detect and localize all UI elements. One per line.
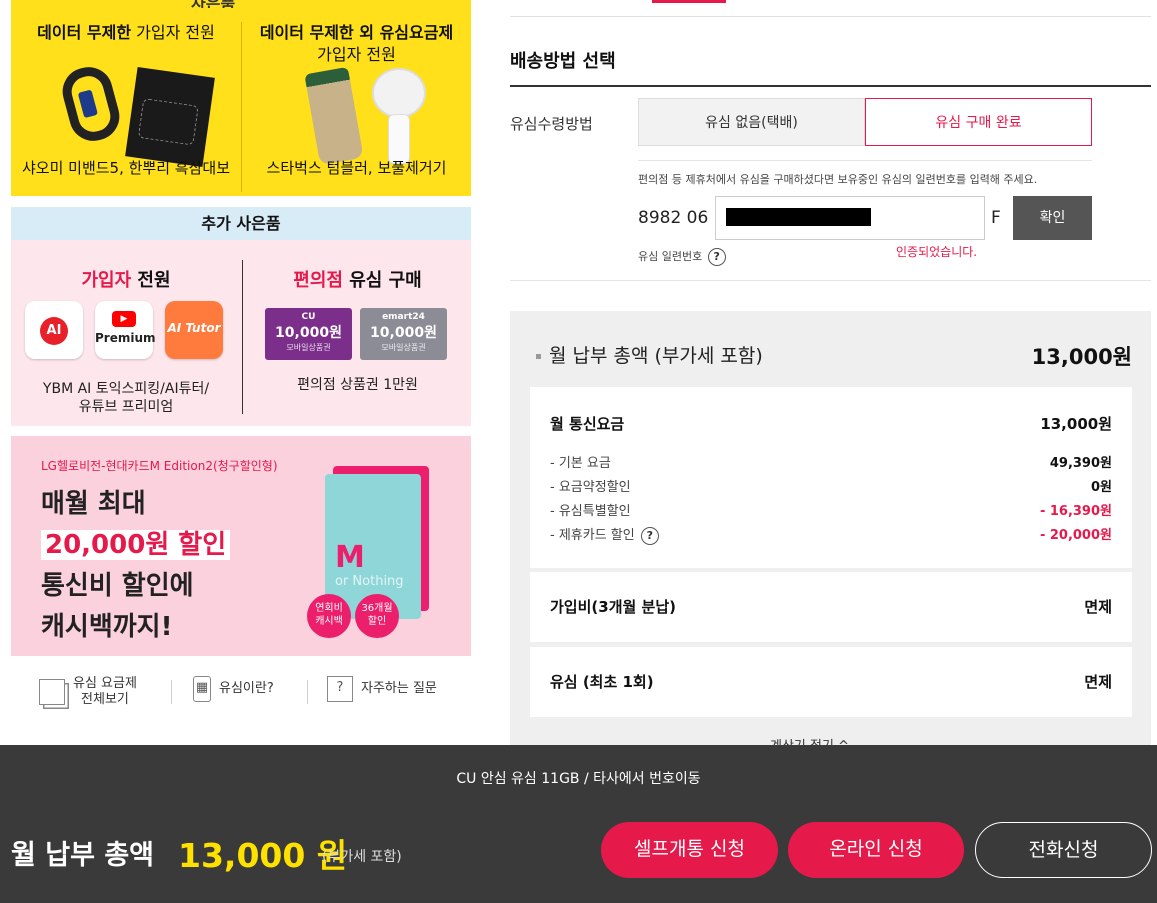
ybm-ai-app-icon: AI (25, 301, 83, 359)
serial-input[interactable] (715, 196, 985, 240)
monthly-fee-value: 13,000원 (1040, 415, 1112, 433)
gift-title: 데이터 무제한 외 유심요금제 가입자 전원 (259, 23, 454, 64)
fee-row-card-discount: - 제휴카드 할인 ? - 20,000원 (550, 526, 1112, 545)
option-usim-purchased[interactable]: 유심 구매 완료 (865, 98, 1092, 146)
link-faq[interactable]: ? 자주하는 질문 (327, 676, 437, 712)
usim-fee-box: 유심 (최초 1회) 면제 (530, 647, 1132, 717)
confirm-button[interactable]: 확인 (1013, 196, 1092, 240)
sim-card-icon: ▦ (193, 676, 211, 702)
gift-title: 가입자 전원 (81, 270, 171, 291)
stack-docs-icon (39, 679, 65, 705)
section-title: 배송방법 선택 (510, 51, 616, 72)
verified-message: 인증되었습니다. (896, 245, 978, 259)
link-what-is-usim[interactable]: ▦ 유심이란? (193, 676, 274, 712)
link-all-usim-plans[interactable]: 유심 요금제 전체보기 (39, 676, 137, 712)
gift-convenience-store: 편의점 유심 구매 CU 10,000원 모바일상품권 emart24 10,000원… (242, 260, 472, 414)
serial-suffix: F (991, 208, 1001, 228)
cropped-heading: 사은품 (11, 0, 471, 8)
gift-caption: 샤오미 미밴드5, 한뿌리 흑삼대보 (21, 159, 231, 177)
gift-caption: 스타벅스 텀블러, 보풀제거기 (266, 159, 447, 177)
smart-band-image (57, 61, 125, 147)
vat-note: (부가세 포함) (322, 849, 402, 865)
fee-row-contract: - 요금약정할인 0원 (550, 480, 1112, 495)
ai-tutor-app-icon: AI Tutor (165, 301, 223, 359)
self-activation-button[interactable]: 셀프개통 신청 (601, 822, 778, 878)
active-step-marker (652, 0, 726, 3)
option-no-usim-delivery[interactable]: 유심 없음(택배) (638, 98, 865, 146)
tumbler-image (304, 66, 364, 166)
gift-column-other: 데이터 무제한 외 유심요금제 가입자 전원 스타벅스 텀블러, 보풀제거기 (241, 22, 471, 192)
fee-row-base: - 기본 요금 49,390원 (550, 456, 1112, 471)
gift-all-subscribers: 가입자 전원 AI ▶ Premium AI Tutor YBM AI 토익스피킹… (11, 254, 241, 415)
card-promo-subtitle: LG헬로비전-현대카드M Edition2(청구할인형) (41, 459, 278, 473)
gift-title: 편의점 유심 구매 (293, 270, 422, 291)
fee-row-usim-discount: - 유심특별할인 - 16,390원 (550, 504, 1112, 519)
phone-apply-button[interactable]: 전화신청 (975, 822, 1152, 878)
total-label: 월 납부 총액 (11, 840, 154, 871)
extra-gift-banner: 가입자 전원 AI ▶ Premium AI Tutor YBM AI 토익스피킹… (11, 240, 471, 426)
quick-links: 유심 요금제 전체보기 ▦ 유심이란? ? 자주하는 질문 (11, 668, 471, 718)
card-promo-banner[interactable]: LG헬로비전-현대카드M Edition2(청구할인형) 매월 최대 20,00… (11, 436, 471, 656)
serial-number-label: 유심 일련번호 ? (638, 248, 726, 266)
summary-title: 월 납부 총액 (부가세 포함) (536, 341, 763, 368)
promo-gift-banner: 사은품 데이터 무제한 가입자 전원 샤오미 미밴드5, 한뿌리 흑삼대보 데이… (11, 0, 471, 196)
monthly-fee-box: 월 통신요금 13,000원 - 기본 요금 49,390원 - 요금약정할인 0원… (530, 387, 1132, 568)
order-form: 배송방법 선택 유심수령방법 유심 없음(택배) 유심 구매 완료 편의점 등 … (510, 0, 1151, 754)
serial-notice: 편의점 등 제휴처에서 유심을 구매하셨다면 보유중인 유심의 일련번호를 입력… (638, 173, 1038, 186)
ginseng-box-image (125, 67, 215, 167)
gift-caption: YBM AI 토익스피킹/AI튜터/유튜브 프리미엄 (42, 381, 210, 415)
page: 사은품 데이터 무제한 가입자 전원 샤오미 미밴드5, 한뿌리 흑삼대보 데이… (0, 0, 1157, 903)
receive-method-label: 유심수령방법 (510, 115, 593, 133)
payment-summary: 월 납부 총액 (부가세 포함) 13,000원 월 통신요금 13,000원 … (510, 311, 1151, 754)
bottom-action-bar: CU 안심 유심 11GB / 타사에서 번호이동 월 납부 총액 13,000… (0, 745, 1157, 903)
redacted-serial (726, 208, 871, 226)
extra-gift-header: 추가 사은품 (11, 207, 471, 240)
plan-name: CU 안심 유심 11GB / 타사에서 번호이동 (456, 771, 701, 787)
gift-column-unlimited: 데이터 무제한 가입자 전원 샤오미 미밴드5, 한뿌리 흑삼대보 (11, 22, 241, 192)
online-apply-button[interactable]: 온라인 신청 (788, 822, 964, 878)
discount-badge: 36개월 할인 (355, 594, 399, 638)
lint-remover-image (372, 68, 426, 164)
help-icon[interactable]: ? (707, 248, 726, 266)
help-icon[interactable]: ? (640, 526, 659, 545)
cu-voucher: CU 10,000원 모바일상품권 (265, 308, 352, 360)
promo-column: 사은품 데이터 무제한 가입자 전원 샤오미 미밴드5, 한뿌리 흑삼대보 데이… (11, 0, 471, 745)
join-fee-box: 가입비(3개월 분납) 면제 (530, 572, 1132, 642)
monthly-fee-title: 월 통신요금 (550, 415, 625, 433)
summary-total: 13,000원 (1031, 345, 1132, 369)
gift-caption: 편의점 상품권 1만원 (297, 377, 418, 393)
gift-title: 데이터 무제한 가입자 전원 (37, 23, 215, 42)
cashback-badge: 연회비 캐시백 (307, 594, 351, 638)
serial-prefix: 8982 06 (638, 208, 709, 228)
card-promo-headline: 매월 최대 20,000원 할인 통신비 할인에 캐시백까지! (41, 484, 231, 648)
emart24-voucher: emart24 10,000원 모바일상품권 (360, 308, 447, 360)
question-bubble-icon: ? (327, 676, 353, 702)
youtube-premium-icon: ▶ Premium (95, 301, 156, 359)
